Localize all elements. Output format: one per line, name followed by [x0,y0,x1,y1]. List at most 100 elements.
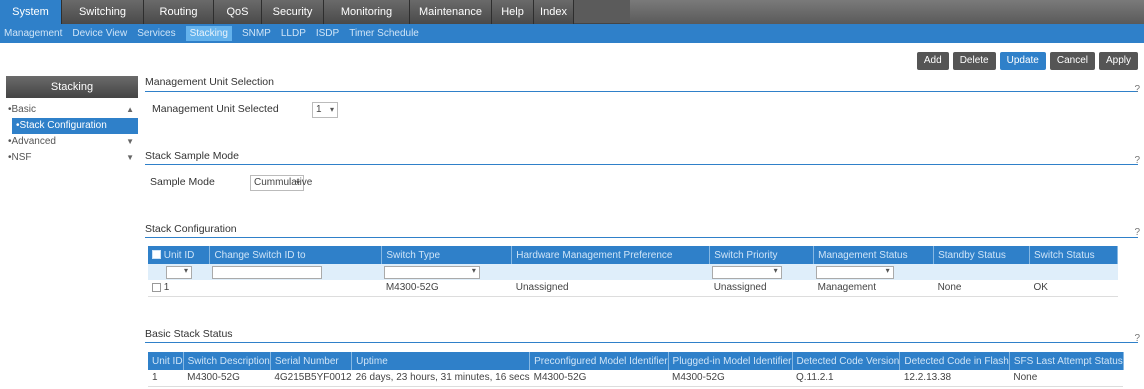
unit-id-filter-cell: ▾ [148,264,210,280]
stack-configuration-table: Unit ID Change Switch ID to Switch Type … [148,246,1118,297]
unit-id-filter-select[interactable]: ▾ [166,265,192,279]
leftnav-item-basic[interactable]: •Basic ▲ [6,102,138,118]
sample-mode-value: Cummulative [254,177,313,188]
empty-filter-cell [511,264,710,280]
left-navigation: Stacking •Basic ▲ •Stack Configuration •… [6,76,138,166]
tab-index[interactable]: Index [534,0,574,24]
management-unit-select[interactable]: 1 ▾ [312,102,338,118]
leftnav-item-advanced[interactable]: •Advanced ▼ [6,134,138,150]
column-header-unit-id: Unit ID [148,352,184,370]
subnav-management[interactable]: Management [4,28,62,39]
help-icon[interactable]: ? [1134,227,1140,238]
topnav-filler [630,0,1144,24]
management-status-filter-select[interactable]: ▾ [815,265,894,279]
sample-mode-select[interactable]: Cummulative ▾ [250,175,312,191]
column-header-standby-status: Standby Status [933,246,1030,264]
apply-button[interactable]: Apply [1098,52,1138,70]
unit-id-cell: 1 [148,280,210,297]
unit-id-cell: 1 [148,370,184,387]
leftnav-item-nsf[interactable]: •NSF ▼ [6,150,138,166]
section-divider [145,91,1138,92]
column-header-preconfigured-model: Preconfigured Model Identifier [529,352,669,370]
serial-number-cell: 4G215B5YF0012 [270,370,352,387]
change-switch-id-filter-cell [209,264,382,280]
hardware-management-preference-cell: Unassigned [511,280,710,297]
leftnav-item-label: NSF [11,152,32,163]
add-button[interactable]: Add [916,52,949,70]
subnav-timer-schedule[interactable]: Timer Schedule [349,28,419,39]
section-title-stack-configuration: Stack Configuration [145,223,237,235]
row-checkbox[interactable] [152,283,161,293]
column-header-switch-type: Switch Type [381,246,513,264]
tab-monitoring[interactable]: Monitoring [324,0,410,24]
table-row[interactable]: 1 M4300-52G Unassigned Unassigned Manage… [148,280,1118,297]
preconfigured-model-cell: M4300-52G [529,370,669,387]
management-status-filter-cell: ▾ [813,264,934,280]
sub-navigation: Management Device View Services Stacking… [0,24,1144,43]
subnav-services[interactable]: Services [137,28,175,39]
chevron-down-icon: ▼ [126,153,134,162]
help-icon[interactable]: ? [1134,84,1140,95]
leftnav-item-stack-configuration[interactable]: •Stack Configuration [12,118,138,134]
filter-row: ▾ ▾ ▾ ▾ [148,264,1118,280]
chevron-down-icon: ▾ [295,178,300,187]
empty-filter-cell [933,264,1030,280]
select-all-checkbox[interactable] [152,250,161,260]
leftnav-item-label: Advanced [11,136,56,147]
switch-description-cell: M4300-52G [183,370,271,387]
basic-stack-status-table: Unit ID Switch Description Serial Number… [148,352,1124,387]
help-icon[interactable]: ? [1134,155,1140,166]
column-header-sfs-last-attempt-status: SFS Last Attempt Status [1009,352,1124,370]
section-title-management-unit: Management Unit Selection [145,76,274,88]
section-title-basic-stack-status: Basic Stack Status [145,328,233,340]
subnav-isdp[interactable]: ISDP [316,28,339,39]
tab-qos[interactable]: QoS [214,0,262,24]
leftnav-item-label: Basic [11,104,36,115]
tab-routing[interactable]: Routing [144,0,214,24]
subnav-device-view[interactable]: Device View [72,28,127,39]
update-button[interactable]: Update [999,52,1046,70]
change-switch-id-input[interactable] [211,265,322,279]
uptime-cell: 26 days, 23 hours, 31 minutes, 16 secs [351,370,530,387]
delete-button[interactable]: Delete [952,52,996,70]
column-header-detected-code-version: Detected Code Version [792,352,901,370]
sfs-last-attempt-status-cell: None [1009,370,1124,387]
column-header-detected-code-in-flash: Detected Code in Flash [899,352,1010,370]
section-divider [145,237,1138,238]
sample-mode-label: Sample Mode [150,176,215,188]
switch-type-filter-cell: ▾ [381,264,512,280]
change-switch-id-cell [209,280,382,297]
management-unit-value: 1 [316,104,322,115]
section-divider [145,164,1138,165]
help-icon[interactable]: ? [1134,333,1140,344]
column-header-switch-description: Switch Description [183,352,271,370]
tab-help[interactable]: Help [492,0,534,24]
leftnav-header: Stacking [6,76,138,98]
table-header-row: Unit ID Switch Description Serial Number… [148,352,1124,370]
chevron-up-icon: ▲ [126,105,134,114]
column-header-unit-id: Unit ID [148,246,211,264]
tab-security[interactable]: Security [262,0,324,24]
column-header-change-switch-id: Change Switch ID to [209,246,383,264]
detected-code-in-flash-cell: 12.2.13.38 [899,370,1010,387]
empty-filter-cell [1029,264,1118,280]
subnav-lldp[interactable]: LLDP [281,28,306,39]
column-header-hardware-management-preference: Hardware Management Preference [511,246,711,264]
chevron-down-icon: ▾ [885,265,890,275]
switch-priority-filter-select[interactable]: ▾ [711,265,782,279]
tab-maintenance[interactable]: Maintenance [410,0,492,24]
section-divider [145,342,1138,343]
management-status-cell: Management [813,280,934,297]
plugged-in-model-cell: M4300-52G [668,370,792,387]
subnav-stacking[interactable]: Stacking [185,26,232,41]
table-header-row: Unit ID Change Switch ID to Switch Type … [148,246,1118,264]
subnav-snmp[interactable]: SNMP [242,28,271,39]
tab-switching[interactable]: Switching [62,0,144,24]
table-row: 1 M4300-52G 4G215B5YF0012 26 days, 23 ho… [148,370,1124,387]
chevron-down-icon: ▼ [126,137,134,146]
switch-type-filter-select[interactable]: ▾ [383,265,480,279]
switch-priority-filter-cell: ▾ [709,264,814,280]
chevron-down-icon: ▾ [183,265,188,275]
tab-system[interactable]: System [0,0,62,24]
cancel-button[interactable]: Cancel [1049,52,1095,70]
